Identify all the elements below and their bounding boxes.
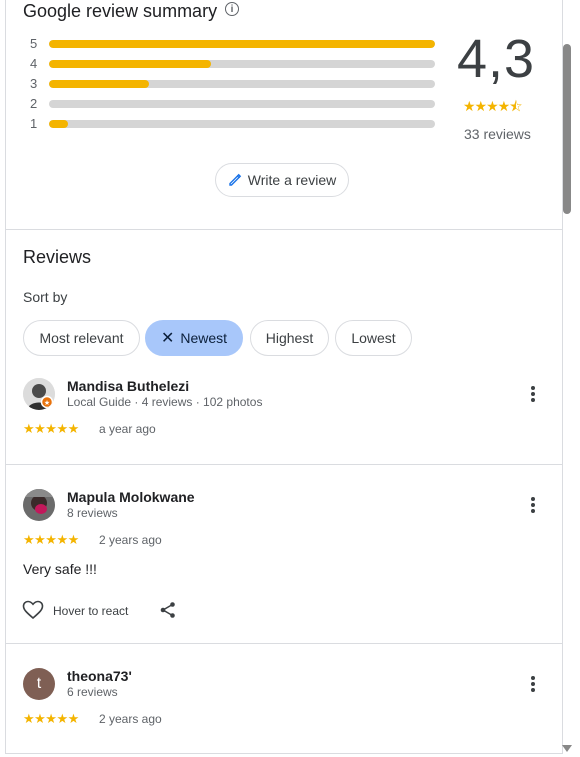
divider <box>6 643 562 644</box>
review-author-meta: Local Guide · 4 reviews · 102 photos <box>67 395 263 409</box>
bar-track <box>49 100 435 108</box>
review-stars: ★★★★★ <box>23 532 79 547</box>
reviews-panel: Google review summary i 5 4 3 2 1 4,3 ★★… <box>5 0 563 754</box>
chip-label: Most relevant <box>39 330 124 346</box>
avatar-photo: ★ <box>23 378 55 410</box>
avatar[interactable]: ★ <box>23 378 55 410</box>
divider <box>6 464 562 465</box>
review-author[interactable]: Mapula Molokwane <box>67 489 195 505</box>
reviews-heading: Reviews <box>23 247 92 267</box>
write-review-label: Write a review <box>247 172 337 188</box>
bar-label: 5 <box>30 36 38 51</box>
review-time: a year ago <box>99 422 156 436</box>
review-author-meta: 6 reviews <box>67 685 118 699</box>
bar-track <box>49 80 435 88</box>
sort-by-label: Sort by <box>23 289 68 305</box>
reviews-count-link[interactable]: 33 reviews <box>464 126 531 142</box>
close-icon: ✕ <box>160 330 175 347</box>
review-time: 2 years ago <box>99 712 162 726</box>
share-icon[interactable] <box>159 601 177 619</box>
chip-label: Newest <box>180 330 228 346</box>
review-time: 2 years ago <box>99 533 162 547</box>
bar-track <box>49 60 435 68</box>
bar-label: 4 <box>30 56 38 71</box>
scrollbar-thumb[interactable] <box>563 44 571 214</box>
divider <box>6 229 562 230</box>
bar-label: 2 <box>30 96 38 111</box>
bar-label: 3 <box>30 76 38 91</box>
chip-lowest[interactable]: Lowest <box>335 320 412 356</box>
chip-newest[interactable]: ✕ Newest <box>145 320 243 356</box>
bar-fill <box>49 40 435 48</box>
more-options-icon[interactable] <box>525 674 541 694</box>
bar-track <box>49 120 435 128</box>
bar-track <box>49 40 435 48</box>
average-stars: ★★★★⯪ <box>463 98 522 114</box>
chip-highest[interactable]: Highest <box>250 320 329 356</box>
bar-fill <box>49 80 150 88</box>
chip-label: Lowest <box>351 330 396 346</box>
chip-label: Highest <box>265 330 314 346</box>
bar-fill <box>49 120 69 128</box>
bar-label: 1 <box>30 116 38 131</box>
review-stars: ★★★★★ <box>23 421 79 436</box>
bar-fill <box>49 60 212 68</box>
avatar[interactable] <box>23 489 55 521</box>
more-options-icon[interactable] <box>525 495 541 515</box>
review-author[interactable]: theona73' <box>67 668 132 684</box>
react-label: Hover to react <box>53 604 129 618</box>
scroll-down-arrow-icon[interactable] <box>562 745 572 752</box>
average-rating: 4,3 <box>457 29 536 89</box>
review-stars: ★★★★★ <box>23 711 79 726</box>
more-options-icon[interactable] <box>525 384 541 404</box>
write-review-button[interactable]: Write a review <box>215 163 349 197</box>
svg-text:★: ★ <box>44 399 50 407</box>
review-text: Very safe !!! <box>23 561 97 577</box>
pencil-icon <box>229 173 241 186</box>
heart-icon[interactable] <box>22 600 44 620</box>
avatar[interactable]: t <box>23 668 55 700</box>
review-author-meta: 8 reviews <box>67 506 118 520</box>
info-icon[interactable]: i <box>225 2 239 16</box>
avatar-photo <box>23 489 55 521</box>
review-author[interactable]: Mandisa Buthelezi <box>67 378 189 394</box>
review-summary-title: Google review summary <box>23 1 218 21</box>
chip-most-relevant[interactable]: Most relevant <box>23 320 140 356</box>
